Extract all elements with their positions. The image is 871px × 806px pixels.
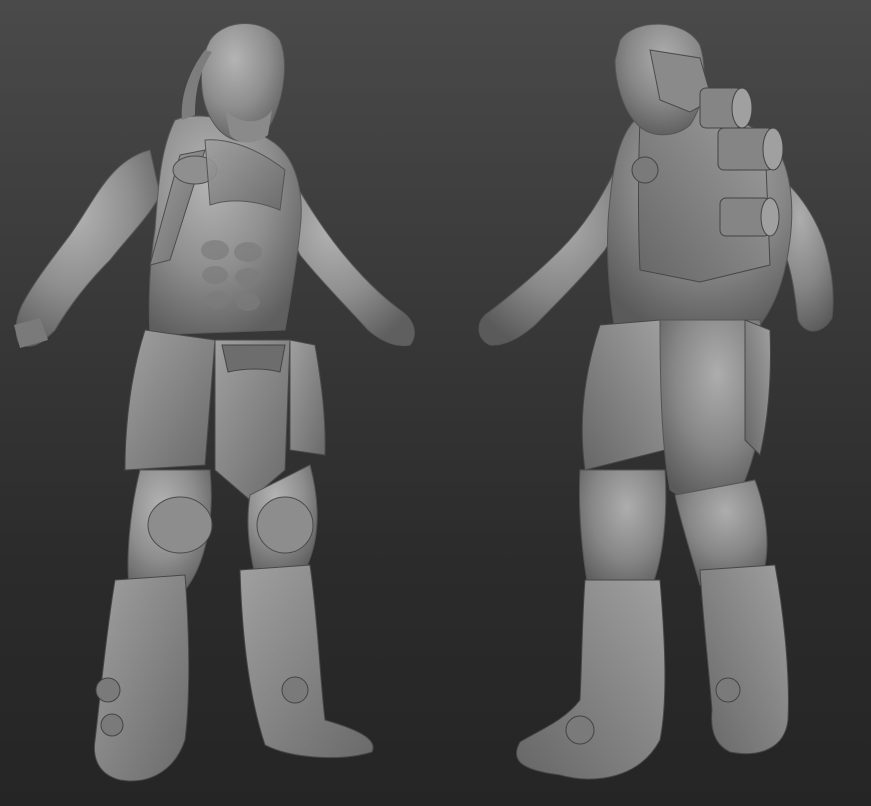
front-left-ankle-disc-2 [100,713,124,737]
back-left-ankle-disc [565,715,595,745]
sculpt-render [14,23,834,782]
front-left-tasset [124,329,216,471]
back-right-boot [699,564,789,755]
front-left-arm [15,149,161,347]
back-left-arm [478,169,626,346]
front-view-figure [14,23,415,782]
front-right-ankle-disc [281,676,309,704]
front-right-boot [239,564,374,759]
back-tasset-left [581,319,666,471]
front-left-knee [147,496,213,554]
front-right-knee [256,496,314,554]
back-left-boot [515,579,666,780]
front-left-ankle-disc [95,677,121,703]
back-left-leg [578,469,667,596]
sculpt-viewport [0,0,871,806]
back-right-ankle-disc [715,677,741,703]
back-view-figure [478,23,834,780]
front-belt-buckle [221,344,286,373]
back-shoulder-disc [631,156,659,184]
front-right-tasset [289,339,326,456]
back-tasset-right [744,319,772,456]
